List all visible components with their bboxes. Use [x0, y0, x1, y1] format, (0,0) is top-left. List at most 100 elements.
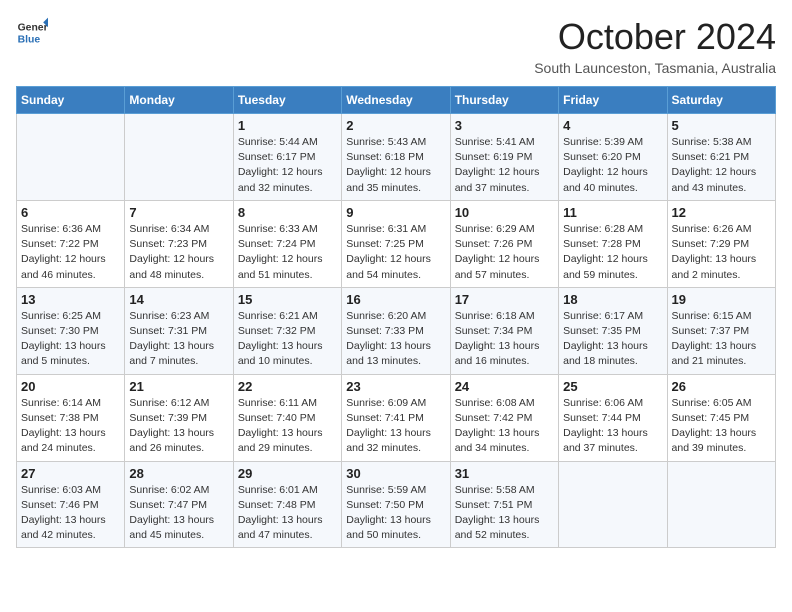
calendar-cell: 14Sunrise: 6:23 AMSunset: 7:31 PMDayligh… [125, 287, 233, 374]
day-number: 15 [238, 292, 337, 307]
day-header-tuesday: Tuesday [233, 87, 341, 114]
calendar-cell: 13Sunrise: 6:25 AMSunset: 7:30 PMDayligh… [17, 287, 125, 374]
cell-info: Sunrise: 6:08 AMSunset: 7:42 PMDaylight:… [455, 396, 554, 457]
calendar-cell: 3 Sunrise: 5:41 AMSunset: 6:19 PMDaylight… [450, 114, 558, 201]
cell-info: Sunrise: 6:01 AMSunset: 7:48 PMDaylight:… [238, 483, 337, 544]
calendar-cell: 31Sunrise: 5:58 AMSunset: 7:51 PMDayligh… [450, 461, 558, 548]
cell-info: Sunrise: 6:34 AMSunset: 7:23 PMDaylight:… [129, 222, 228, 283]
calendar-cell: 19 Sunrise: 6:15 AMSunset: 7:37 PMDayligh… [667, 287, 775, 374]
day-number: 31 [455, 466, 554, 481]
cell-info: Sunrise: 6:28 AMSunset: 7:28 PMDaylight:… [563, 222, 662, 283]
day-number: 25 [563, 379, 662, 394]
cell-info: Sunrise: 6:17 AMSunset: 7:35 PMDaylight:… [563, 309, 662, 370]
day-number: 11 [563, 205, 662, 220]
calendar-week-row: 27Sunrise: 6:03 AMSunset: 7:46 PMDayligh… [17, 461, 776, 548]
day-header-monday: Monday [125, 87, 233, 114]
calendar-cell: 11 Sunrise: 6:28 AMSunset: 7:28 PMDayligh… [559, 200, 667, 287]
calendar-cell: 23Sunrise: 6:09 AMSunset: 7:41 PMDayligh… [342, 374, 450, 461]
day-number: 19 [672, 292, 771, 307]
cell-info: Sunrise: 6:23 AMSunset: 7:31 PMDaylight:… [129, 309, 228, 370]
calendar-cell: 17 Sunrise: 6:18 AMSunset: 7:34 PMDayligh… [450, 287, 558, 374]
calendar-cell: 15Sunrise: 6:21 AMSunset: 7:32 PMDayligh… [233, 287, 341, 374]
calendar-cell [667, 461, 775, 548]
calendar-week-row: 6Sunrise: 6:36 AMSunset: 7:22 PMDaylight… [17, 200, 776, 287]
day-number: 8 [238, 205, 337, 220]
cell-info: Sunrise: 5:59 AMSunset: 7:50 PMDaylight:… [346, 483, 445, 544]
calendar-week-row: 1 Sunrise: 5:44 AMSunset: 6:17 PMDaylight… [17, 114, 776, 201]
cell-info: Sunrise: 5:38 AMSunset: 6:21 PMDaylight:… [672, 135, 771, 196]
day-number: 1 [238, 118, 337, 133]
day-number: 17 [455, 292, 554, 307]
cell-info: Sunrise: 6:15 AMSunset: 7:37 PMDaylight:… [672, 309, 771, 370]
day-number: 5 [672, 118, 771, 133]
calendar-week-row: 20Sunrise: 6:14 AMSunset: 7:38 PMDayligh… [17, 374, 776, 461]
cell-info: Sunrise: 6:06 AMSunset: 7:44 PMDaylight:… [563, 396, 662, 457]
calendar-cell: 12Sunrise: 6:26 AMSunset: 7:29 PMDayligh… [667, 200, 775, 287]
month-title: October 2024 [534, 16, 776, 58]
calendar-cell: 25 Sunrise: 6:06 AMSunset: 7:44 PMDayligh… [559, 374, 667, 461]
day-number: 7 [129, 205, 228, 220]
title-block: October 2024 South Launceston, Tasmania,… [534, 16, 776, 76]
calendar-cell: 18 Sunrise: 6:17 AMSunset: 7:35 PMDayligh… [559, 287, 667, 374]
day-number: 4 [563, 118, 662, 133]
calendar-cell: 24 Sunrise: 6:08 AMSunset: 7:42 PMDayligh… [450, 374, 558, 461]
calendar-header-row: SundayMondayTuesdayWednesdayThursdayFrid… [17, 87, 776, 114]
day-header-friday: Friday [559, 87, 667, 114]
calendar-cell [17, 114, 125, 201]
day-number: 2 [346, 118, 445, 133]
day-number: 3 [455, 118, 554, 133]
calendar-cell: 10Sunrise: 6:29 AMSunset: 7:26 PMDayligh… [450, 200, 558, 287]
day-number: 22 [238, 379, 337, 394]
calendar-cell [125, 114, 233, 201]
cell-info: Sunrise: 6:14 AMSunset: 7:38 PMDaylight:… [21, 396, 120, 457]
calendar-cell: 20Sunrise: 6:14 AMSunset: 7:38 PMDayligh… [17, 374, 125, 461]
cell-info: Sunrise: 5:41 AMSunset: 6:19 PMDaylight:… [455, 135, 554, 196]
calendar-cell: 4 Sunrise: 5:39 AMSunset: 6:20 PMDaylight… [559, 114, 667, 201]
calendar-cell [559, 461, 667, 548]
day-number: 10 [455, 205, 554, 220]
cell-info: Sunrise: 5:43 AMSunset: 6:18 PMDaylight:… [346, 135, 445, 196]
cell-info: Sunrise: 6:31 AMSunset: 7:25 PMDaylight:… [346, 222, 445, 283]
svg-text:General: General [18, 22, 48, 33]
day-number: 21 [129, 379, 228, 394]
calendar-cell: 9Sunrise: 6:31 AMSunset: 7:25 PMDaylight… [342, 200, 450, 287]
svg-text:Blue: Blue [18, 34, 41, 45]
calendar-cell: 1 Sunrise: 5:44 AMSunset: 6:17 PMDaylight… [233, 114, 341, 201]
calendar-cell: 5 Sunrise: 5:38 AMSunset: 6:21 PMDaylight… [667, 114, 775, 201]
calendar-week-row: 13Sunrise: 6:25 AMSunset: 7:30 PMDayligh… [17, 287, 776, 374]
day-number: 18 [563, 292, 662, 307]
cell-info: Sunrise: 5:39 AMSunset: 6:20 PMDaylight:… [563, 135, 662, 196]
calendar-cell: 8Sunrise: 6:33 AMSunset: 7:24 PMDaylight… [233, 200, 341, 287]
calendar-cell: 6Sunrise: 6:36 AMSunset: 7:22 PMDaylight… [17, 200, 125, 287]
day-number: 24 [455, 379, 554, 394]
calendar-cell: 29 Sunrise: 6:01 AMSunset: 7:48 PMDayligh… [233, 461, 341, 548]
day-number: 28 [129, 466, 228, 481]
calendar-cell: 2 Sunrise: 5:43 AMSunset: 6:18 PMDaylight… [342, 114, 450, 201]
calendar-cell: 30 Sunrise: 5:59 AMSunset: 7:50 PMDayligh… [342, 461, 450, 548]
calendar-cell: 28 Sunrise: 6:02 AMSunset: 7:47 PMDayligh… [125, 461, 233, 548]
calendar-cell: 7 Sunrise: 6:34 AMSunset: 7:23 PMDaylight… [125, 200, 233, 287]
cell-info: Sunrise: 6:25 AMSunset: 7:30 PMDaylight:… [21, 309, 120, 370]
cell-info: Sunrise: 6:12 AMSunset: 7:39 PMDaylight:… [129, 396, 228, 457]
cell-info: Sunrise: 6:26 AMSunset: 7:29 PMDaylight:… [672, 222, 771, 283]
page-header: General Blue October 2024 South Launcest… [16, 16, 776, 76]
day-number: 29 [238, 466, 337, 481]
calendar-cell: 22 Sunrise: 6:11 AMSunset: 7:40 PMDayligh… [233, 374, 341, 461]
day-number: 23 [346, 379, 445, 394]
day-number: 27 [21, 466, 120, 481]
calendar-cell: 16 Sunrise: 6:20 AMSunset: 7:33 PMDayligh… [342, 287, 450, 374]
cell-info: Sunrise: 6:02 AMSunset: 7:47 PMDaylight:… [129, 483, 228, 544]
day-header-wednesday: Wednesday [342, 87, 450, 114]
cell-info: Sunrise: 6:11 AMSunset: 7:40 PMDaylight:… [238, 396, 337, 457]
cell-info: Sunrise: 6:18 AMSunset: 7:34 PMDaylight:… [455, 309, 554, 370]
day-number: 30 [346, 466, 445, 481]
calendar-table: SundayMondayTuesdayWednesdayThursdayFrid… [16, 86, 776, 548]
calendar-body: 1 Sunrise: 5:44 AMSunset: 6:17 PMDaylight… [17, 114, 776, 548]
day-header-thursday: Thursday [450, 87, 558, 114]
logo: General Blue [16, 16, 48, 48]
logo-icon: General Blue [16, 16, 48, 48]
day-number: 16 [346, 292, 445, 307]
calendar-cell: 26Sunrise: 6:05 AMSunset: 7:45 PMDayligh… [667, 374, 775, 461]
cell-info: Sunrise: 6:20 AMSunset: 7:33 PMDaylight:… [346, 309, 445, 370]
cell-info: Sunrise: 5:44 AMSunset: 6:17 PMDaylight:… [238, 135, 337, 196]
